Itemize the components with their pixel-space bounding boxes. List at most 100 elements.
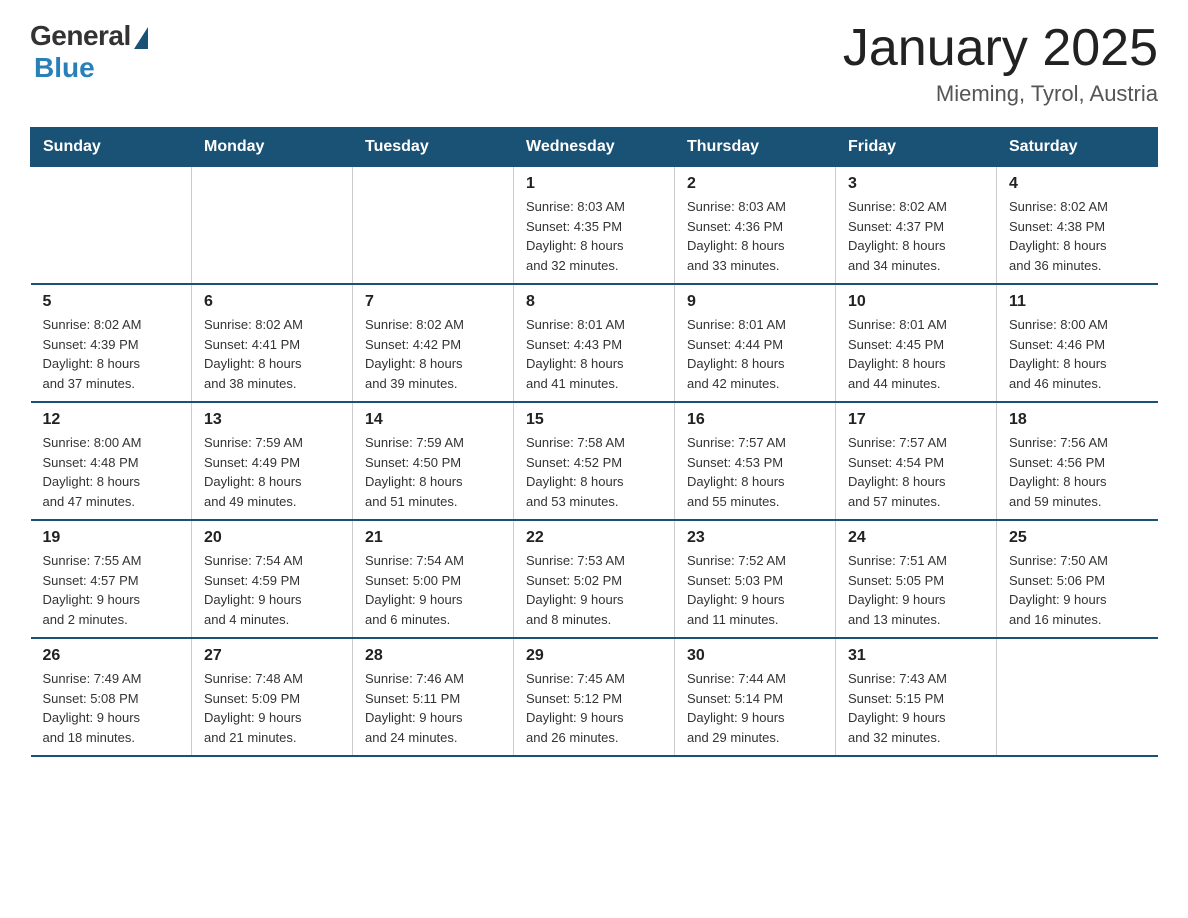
- day-info: Sunrise: 7:54 AMSunset: 4:59 PMDaylight:…: [204, 551, 340, 629]
- day-info: Sunrise: 8:02 AMSunset: 4:41 PMDaylight:…: [204, 315, 340, 393]
- day-number: 6: [204, 293, 340, 311]
- calendar-cell-w4-d5: 23 Sunrise: 7:52 AMSunset: 5:03 PMDayligh…: [675, 520, 836, 638]
- day-number: 1: [526, 175, 662, 193]
- calendar-cell-w3-d3: 14 Sunrise: 7:59 AMSunset: 4:50 PMDayligh…: [353, 402, 514, 520]
- calendar-cell-w4-d7: 25 Sunrise: 7:50 AMSunset: 5:06 PMDayligh…: [997, 520, 1158, 638]
- calendar-cell-w1-d6: 3 Sunrise: 8:02 AMSunset: 4:37 PMDaylight…: [836, 167, 997, 285]
- day-number: 19: [43, 529, 180, 547]
- day-number: 14: [365, 411, 501, 429]
- calendar-week-4: 19 Sunrise: 7:55 AMSunset: 4:57 PMDayligh…: [31, 520, 1158, 638]
- title-section: January 2025 Mieming, Tyrol, Austria: [843, 20, 1158, 107]
- weekday-header-monday: Monday: [192, 128, 353, 167]
- day-number: 21: [365, 529, 501, 547]
- day-info: Sunrise: 8:00 AMSunset: 4:48 PMDaylight:…: [43, 433, 180, 511]
- weekday-header-thursday: Thursday: [675, 128, 836, 167]
- weekday-header-wednesday: Wednesday: [514, 128, 675, 167]
- calendar-cell-w2-d6: 10 Sunrise: 8:01 AMSunset: 4:45 PMDayligh…: [836, 284, 997, 402]
- calendar-cell-w1-d2: [192, 167, 353, 285]
- day-number: 2: [687, 175, 823, 193]
- logo-general-text: General: [30, 20, 131, 52]
- day-number: 24: [848, 529, 984, 547]
- weekday-header-friday: Friday: [836, 128, 997, 167]
- day-info: Sunrise: 7:59 AMSunset: 4:50 PMDaylight:…: [365, 433, 501, 511]
- calendar-week-2: 5 Sunrise: 8:02 AMSunset: 4:39 PMDaylight…: [31, 284, 1158, 402]
- day-number: 30: [687, 647, 823, 665]
- weekday-header-saturday: Saturday: [997, 128, 1158, 167]
- day-number: 27: [204, 647, 340, 665]
- page-title: January 2025: [843, 20, 1158, 77]
- day-info: Sunrise: 7:53 AMSunset: 5:02 PMDaylight:…: [526, 551, 662, 629]
- day-info: Sunrise: 8:01 AMSunset: 4:45 PMDaylight:…: [848, 315, 984, 393]
- day-number: 4: [1009, 175, 1146, 193]
- day-info: Sunrise: 7:55 AMSunset: 4:57 PMDaylight:…: [43, 551, 180, 629]
- location-subtitle: Mieming, Tyrol, Austria: [843, 81, 1158, 107]
- day-info: Sunrise: 7:54 AMSunset: 5:00 PMDaylight:…: [365, 551, 501, 629]
- day-info: Sunrise: 7:59 AMSunset: 4:49 PMDaylight:…: [204, 433, 340, 511]
- calendar-cell-w5-d6: 31Sunrise: 7:43 AMSunset: 5:15 PMDayligh…: [836, 638, 997, 756]
- day-info: Sunrise: 8:02 AMSunset: 4:38 PMDaylight:…: [1009, 197, 1146, 275]
- day-number: 16: [687, 411, 823, 429]
- weekday-header-row: SundayMondayTuesdayWednesdayThursdayFrid…: [31, 128, 1158, 167]
- day-info: Sunrise: 8:01 AMSunset: 4:43 PMDaylight:…: [526, 315, 662, 393]
- logo: General Blue: [30, 20, 148, 84]
- day-info: Sunrise: 8:02 AMSunset: 4:39 PMDaylight:…: [43, 315, 180, 393]
- day-number: 23: [687, 529, 823, 547]
- weekday-header-tuesday: Tuesday: [353, 128, 514, 167]
- calendar-cell-w1-d7: 4 Sunrise: 8:02 AMSunset: 4:38 PMDaylight…: [997, 167, 1158, 285]
- calendar-cell-w5-d4: 29Sunrise: 7:45 AMSunset: 5:12 PMDayligh…: [514, 638, 675, 756]
- day-number: 18: [1009, 411, 1146, 429]
- calendar-cell-w1-d5: 2Sunrise: 8:03 AMSunset: 4:36 PMDaylight…: [675, 167, 836, 285]
- calendar-cell-w5-d5: 30 Sunrise: 7:44 AMSunset: 5:14 PMDayligh…: [675, 638, 836, 756]
- day-info: Sunrise: 8:02 AMSunset: 4:42 PMDaylight:…: [365, 315, 501, 393]
- day-number: 25: [1009, 529, 1146, 547]
- day-number: 5: [43, 293, 180, 311]
- day-info: Sunrise: 7:57 AMSunset: 4:53 PMDaylight:…: [687, 433, 823, 511]
- day-info: Sunrise: 7:58 AMSunset: 4:52 PMDaylight:…: [526, 433, 662, 511]
- calendar-cell-w1-d4: 1Sunrise: 8:03 AMSunset: 4:35 PMDaylight…: [514, 167, 675, 285]
- calendar-cell-w3-d4: 15 Sunrise: 7:58 AMSunset: 4:52 PMDayligh…: [514, 402, 675, 520]
- day-info: Sunrise: 7:57 AMSunset: 4:54 PMDaylight:…: [848, 433, 984, 511]
- calendar-cell-w4-d6: 24Sunrise: 7:51 AMSunset: 5:05 PMDayligh…: [836, 520, 997, 638]
- page-header: General Blue January 2025 Mieming, Tyrol…: [30, 20, 1158, 107]
- calendar-cell-w2-d1: 5 Sunrise: 8:02 AMSunset: 4:39 PMDaylight…: [31, 284, 192, 402]
- day-number: 3: [848, 175, 984, 193]
- weekday-header-sunday: Sunday: [31, 128, 192, 167]
- logo-blue-text: Blue: [34, 52, 95, 84]
- calendar-cell-w3-d5: 16 Sunrise: 7:57 AMSunset: 4:53 PMDayligh…: [675, 402, 836, 520]
- calendar-cell-w4-d3: 21 Sunrise: 7:54 AMSunset: 5:00 PMDayligh…: [353, 520, 514, 638]
- calendar-week-3: 12 Sunrise: 8:00 AMSunset: 4:48 PMDayligh…: [31, 402, 1158, 520]
- day-number: 31: [848, 647, 984, 665]
- day-info: Sunrise: 7:50 AMSunset: 5:06 PMDaylight:…: [1009, 551, 1146, 629]
- day-number: 10: [848, 293, 984, 311]
- day-number: 15: [526, 411, 662, 429]
- calendar-week-5: 26 Sunrise: 7:49 AMSunset: 5:08 PMDayligh…: [31, 638, 1158, 756]
- day-number: 11: [1009, 293, 1146, 311]
- calendar-cell-w3-d1: 12 Sunrise: 8:00 AMSunset: 4:48 PMDayligh…: [31, 402, 192, 520]
- day-info: Sunrise: 7:44 AMSunset: 5:14 PMDaylight:…: [687, 669, 823, 747]
- calendar-cell-w3-d6: 17Sunrise: 7:57 AMSunset: 4:54 PMDayligh…: [836, 402, 997, 520]
- calendar-cell-w2-d5: 9Sunrise: 8:01 AMSunset: 4:44 PMDaylight…: [675, 284, 836, 402]
- calendar-cell-w1-d3: [353, 167, 514, 285]
- day-number: 9: [687, 293, 823, 311]
- day-info: Sunrise: 7:49 AMSunset: 5:08 PMDaylight:…: [43, 669, 180, 747]
- calendar-cell-w4-d1: 19 Sunrise: 7:55 AMSunset: 4:57 PMDayligh…: [31, 520, 192, 638]
- calendar-cell-w2-d7: 11Sunrise: 8:00 AMSunset: 4:46 PMDayligh…: [997, 284, 1158, 402]
- day-info: Sunrise: 7:52 AMSunset: 5:03 PMDaylight:…: [687, 551, 823, 629]
- day-number: 12: [43, 411, 180, 429]
- day-info: Sunrise: 8:02 AMSunset: 4:37 PMDaylight:…: [848, 197, 984, 275]
- calendar-cell-w4-d4: 22 Sunrise: 7:53 AMSunset: 5:02 PMDayligh…: [514, 520, 675, 638]
- calendar-body: 1Sunrise: 8:03 AMSunset: 4:35 PMDaylight…: [31, 167, 1158, 757]
- calendar-table: SundayMondayTuesdayWednesdayThursdayFrid…: [30, 127, 1158, 757]
- calendar-cell-w2-d2: 6 Sunrise: 8:02 AMSunset: 4:41 PMDaylight…: [192, 284, 353, 402]
- day-number: 20: [204, 529, 340, 547]
- day-info: Sunrise: 7:46 AMSunset: 5:11 PMDaylight:…: [365, 669, 501, 747]
- calendar-cell-w3-d2: 13Sunrise: 7:59 AMSunset: 4:49 PMDayligh…: [192, 402, 353, 520]
- day-number: 22: [526, 529, 662, 547]
- day-info: Sunrise: 7:56 AMSunset: 4:56 PMDaylight:…: [1009, 433, 1146, 511]
- calendar-header: SundayMondayTuesdayWednesdayThursdayFrid…: [31, 128, 1158, 167]
- calendar-cell-w5-d1: 26 Sunrise: 7:49 AMSunset: 5:08 PMDayligh…: [31, 638, 192, 756]
- day-number: 26: [43, 647, 180, 665]
- calendar-cell-w2-d4: 8Sunrise: 8:01 AMSunset: 4:43 PMDaylight…: [514, 284, 675, 402]
- calendar-week-1: 1Sunrise: 8:03 AMSunset: 4:35 PMDaylight…: [31, 167, 1158, 285]
- day-number: 28: [365, 647, 501, 665]
